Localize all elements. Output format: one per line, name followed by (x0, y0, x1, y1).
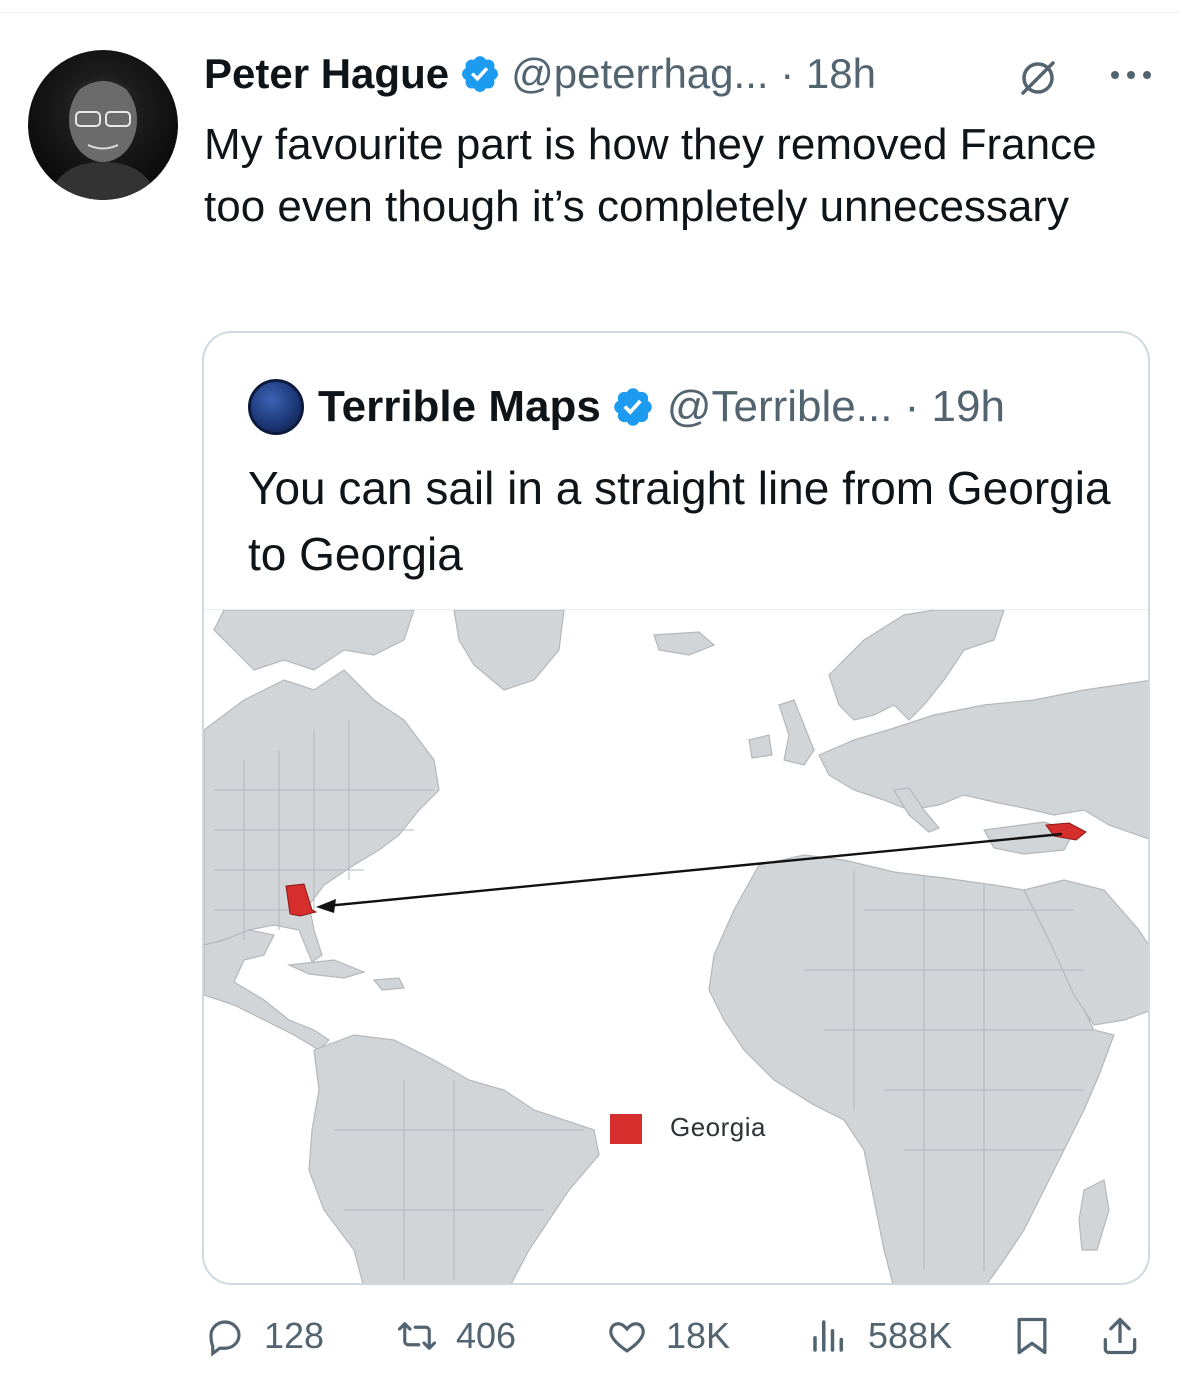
arctic-islands-shape (213, 610, 415, 671)
repost-icon (397, 1322, 437, 1350)
views-button[interactable]: 588K (808, 1306, 952, 1366)
verified-badge-icon (459, 53, 501, 95)
north-america-shape (204, 669, 440, 963)
greenland-shape (453, 610, 565, 691)
legend-swatch (610, 1114, 642, 1144)
map-image[interactable]: Georgia (204, 609, 1148, 1283)
legend-label: Georgia (670, 1112, 766, 1142)
bookmark-icon[interactable] (1010, 1314, 1054, 1358)
action-bar: 128 406 18K 588K (0, 1306, 1179, 1366)
like-icon (609, 1322, 645, 1353)
cuba-shape (286, 959, 366, 979)
reply-icon (209, 1320, 241, 1357)
verified-badge-icon (611, 385, 655, 429)
reply-button[interactable]: 128 (204, 1306, 324, 1366)
author-avatar[interactable] (28, 50, 178, 200)
grok-icon[interactable] (1016, 56, 1060, 100)
route-arrowhead (316, 899, 336, 913)
tweet-text: My favourite part is how they removed Fr… (204, 120, 1097, 231)
quote-author-avatar[interactable] (248, 379, 304, 435)
views-icon (813, 1320, 843, 1352)
quote-header: Terrible Maps @Terrible... · 19h (248, 377, 1005, 437)
quote-author-handle-time[interactable]: @Terrible... · 19h (667, 382, 1005, 432)
iceland-shape (653, 631, 716, 656)
quoted-tweet[interactable]: Terrible Maps @Terrible... · 19h You can… (202, 331, 1150, 1285)
like-button[interactable]: 18K (606, 1306, 730, 1366)
madagascar-shape (1078, 1179, 1110, 1251)
top-divider (0, 12, 1179, 13)
scandinavia-shape (828, 610, 1005, 721)
like-count: 18K (666, 1315, 731, 1356)
author-name[interactable]: Peter Hague (204, 50, 449, 98)
reply-count: 128 (264, 1315, 325, 1356)
share-icon[interactable] (1098, 1314, 1142, 1358)
more-icon[interactable] (1106, 60, 1156, 90)
author-handle-time[interactable]: @peterrhag... · 18h (511, 50, 876, 98)
great-britain-shape (778, 699, 815, 766)
hispaniola-shape (372, 977, 405, 991)
quote-author-name[interactable]: Terrible Maps (318, 382, 601, 432)
repost-count: 406 (456, 1315, 517, 1356)
tweet-header: Peter Hague @peterrhag... · 18h (204, 44, 876, 104)
repost-button[interactable]: 406 (396, 1306, 516, 1366)
ireland-shape (748, 734, 773, 759)
views-count: 588K (868, 1315, 953, 1356)
quote-text: You can sail in a straight line from Geo… (248, 462, 1111, 580)
